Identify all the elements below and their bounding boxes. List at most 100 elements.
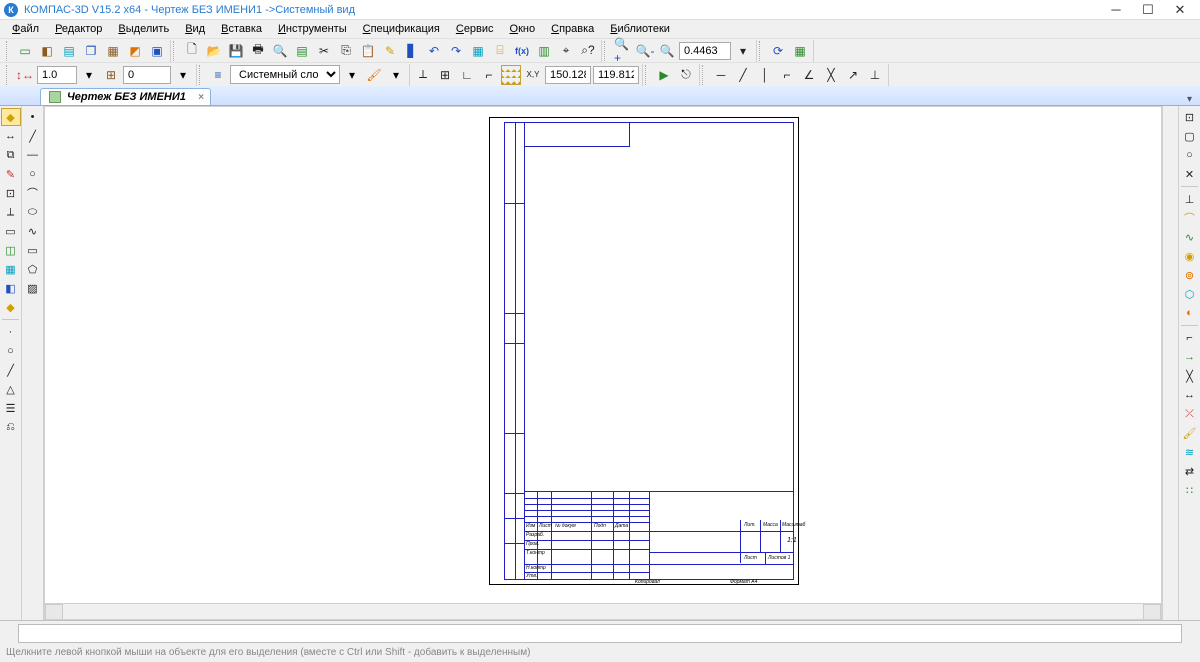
menu-libraries[interactable]: Библиотеки [604, 21, 676, 37]
menu-view[interactable]: Вид [179, 21, 211, 37]
vars-icon[interactable]: ▥ [534, 41, 554, 61]
magnet-icon[interactable]: ⌖ [556, 41, 576, 61]
undo-icon[interactable]: ↶ [424, 41, 444, 61]
insert-panel-icon[interactable]: ◆ [1, 298, 21, 316]
measure-panel-icon[interactable]: ⟂ [1, 203, 21, 221]
layers-icon[interactable]: ≡ [208, 65, 228, 85]
layout-icon[interactable]: ▦ [790, 41, 810, 61]
segment-icon[interactable]: — [23, 146, 43, 164]
new-icon[interactable]: 🗋 [182, 41, 202, 61]
auto-icon[interactable]: ⎋ [676, 65, 696, 85]
cube-icon[interactable]: ❐ [81, 41, 101, 61]
stretch-icon[interactable]: ↔ [1180, 386, 1200, 404]
menu-help[interactable]: Справка [545, 21, 600, 37]
menu-service[interactable]: Сервис [450, 21, 500, 37]
step-icon[interactable]: ⊞ [101, 65, 121, 85]
vertical-scrollbar[interactable] [1162, 106, 1178, 620]
snap-tangent-icon[interactable]: ⊥ [1180, 190, 1200, 208]
tool-icon[interactable]: ◩ [125, 41, 145, 61]
triangle-icon[interactable]: △ [1, 380, 21, 398]
mirror-icon[interactable]: ⇄ [1180, 462, 1200, 480]
preview-icon[interactable]: 🔍 [270, 41, 290, 61]
line-icon[interactable]: ╱ [1, 361, 21, 379]
step-input[interactable] [123, 66, 171, 84]
ellipse-icon[interactable]: ⬭ [23, 203, 43, 221]
dropdown-icon[interactable]: ▾ [342, 65, 362, 85]
rect-icon[interactable]: ▭ [23, 241, 43, 259]
break-icon[interactable]: ⌐ [1180, 329, 1200, 347]
line-style-icon[interactable]: ↗ [843, 65, 863, 85]
snap-double-icon[interactable]: ⊚ [1180, 266, 1200, 284]
dropdown-icon[interactable]: ▾ [733, 41, 753, 61]
spline-icon[interactable]: ∿ [23, 222, 43, 240]
symbols-panel-icon[interactable]: ⧉ [1, 146, 21, 164]
paste-icon[interactable]: 📋 [358, 41, 378, 61]
doc-icon[interactable]: ▤ [292, 41, 312, 61]
snap-mid-icon[interactable]: ▢ [1180, 127, 1200, 145]
snap-loop-icon[interactable]: ∿ [1180, 228, 1200, 246]
tab-close-icon[interactable]: × [198, 92, 204, 103]
tool-icon[interactable]: ▤ [59, 41, 79, 61]
brush-icon[interactable]: ✎ [380, 41, 400, 61]
array-icon[interactable]: ∷ [1180, 481, 1200, 499]
offset-icon[interactable]: ≋ [1180, 443, 1200, 461]
polygon-icon[interactable]: ⬠ [23, 260, 43, 278]
lcs-icon[interactable]: ∟ [457, 65, 477, 85]
snap-trim-icon[interactable]: ◐ [1180, 304, 1200, 322]
geometry-panel-icon[interactable]: ◆ [1, 108, 21, 126]
zoom-input[interactable] [679, 42, 731, 60]
refresh-icon[interactable]: ⟳ [768, 41, 788, 61]
snap-end-icon[interactable]: ⊡ [1180, 108, 1200, 126]
aux-line-icon[interactable]: ╱ [23, 127, 43, 145]
cut-icon[interactable]: ✂ [314, 41, 334, 61]
coord-label-icon[interactable]: X,Y [523, 65, 543, 85]
menu-editor[interactable]: Редактор [49, 21, 108, 37]
fx-icon[interactable]: f(x) [512, 41, 532, 61]
tabs-dropdown-icon[interactable]: ▾ [1187, 94, 1192, 105]
command-input[interactable] [18, 624, 1182, 643]
ortho-icon[interactable]: ⌐ [479, 65, 499, 85]
report-panel-icon[interactable]: ◧ [1, 279, 21, 297]
props-icon[interactable]: ▋ [402, 41, 422, 61]
outline-icon[interactable]: ☰ [1, 399, 21, 417]
drawing-canvas[interactable]: Изм Лист № докум Подп Дата Разраб. Пров.… [44, 106, 1162, 620]
doc-tab[interactable]: Чертеж БЕЗ ИМЕНИ1 × [40, 88, 211, 105]
line-style-icon[interactable]: │ [755, 65, 775, 85]
tool-icon[interactable]: ◧ [37, 41, 57, 61]
circle-icon[interactable]: ○ [1, 342, 21, 360]
menu-select[interactable]: Выделить [112, 21, 175, 37]
library-icon[interactable]: ⌸ [490, 41, 510, 61]
snap-icon[interactable]: ↕↔ [15, 65, 35, 85]
menu-window[interactable]: Окно [504, 21, 542, 37]
save-icon[interactable]: 💾 [226, 41, 246, 61]
edit-panel-icon[interactable]: ✎ [1, 165, 21, 183]
select-panel-icon[interactable]: ▭ [1, 222, 21, 240]
open-icon[interactable]: 📂 [204, 41, 224, 61]
line-style-icon[interactable]: ─ [711, 65, 731, 85]
split-icon[interactable]: ⤫ [1180, 405, 1200, 423]
assoc-panel-icon[interactable]: ◫ [1, 241, 21, 259]
print-icon[interactable]: 🖶 [248, 41, 268, 61]
horizontal-scrollbar[interactable] [45, 603, 1161, 619]
zoom-in-icon[interactable]: 🔍+ [613, 41, 633, 61]
line-style-icon[interactable]: ⊥ [865, 65, 885, 85]
zoom-out-icon[interactable]: 🔍- [635, 41, 655, 61]
brush-tool-icon[interactable]: 🖌 [1180, 424, 1200, 442]
dropdown-icon[interactable]: ▾ [173, 65, 193, 85]
dropdown-icon[interactable]: ▾ [386, 65, 406, 85]
menu-file[interactable]: Файл [6, 21, 45, 37]
redo-icon[interactable]: ↷ [446, 41, 466, 61]
play-icon[interactable]: ▶ [654, 65, 674, 85]
calc-icon[interactable]: ▦ [468, 41, 488, 61]
param-panel-icon[interactable]: ⊡ [1, 184, 21, 202]
snap-center-icon[interactable]: ○ [1180, 146, 1200, 164]
close-button[interactable]: ✕ [1164, 1, 1196, 19]
arc-icon[interactable]: ⌒ [23, 184, 43, 202]
show-all-icon[interactable]: ▭ [15, 41, 35, 61]
scale-input[interactable] [37, 66, 77, 84]
menu-insert[interactable]: Вставка [215, 21, 268, 37]
tool-icon[interactable]: ▣ [147, 41, 167, 61]
coord-x-input[interactable] [545, 66, 591, 84]
round-icon[interactable] [501, 65, 521, 85]
copy-icon[interactable]: ⎘ [336, 41, 356, 61]
